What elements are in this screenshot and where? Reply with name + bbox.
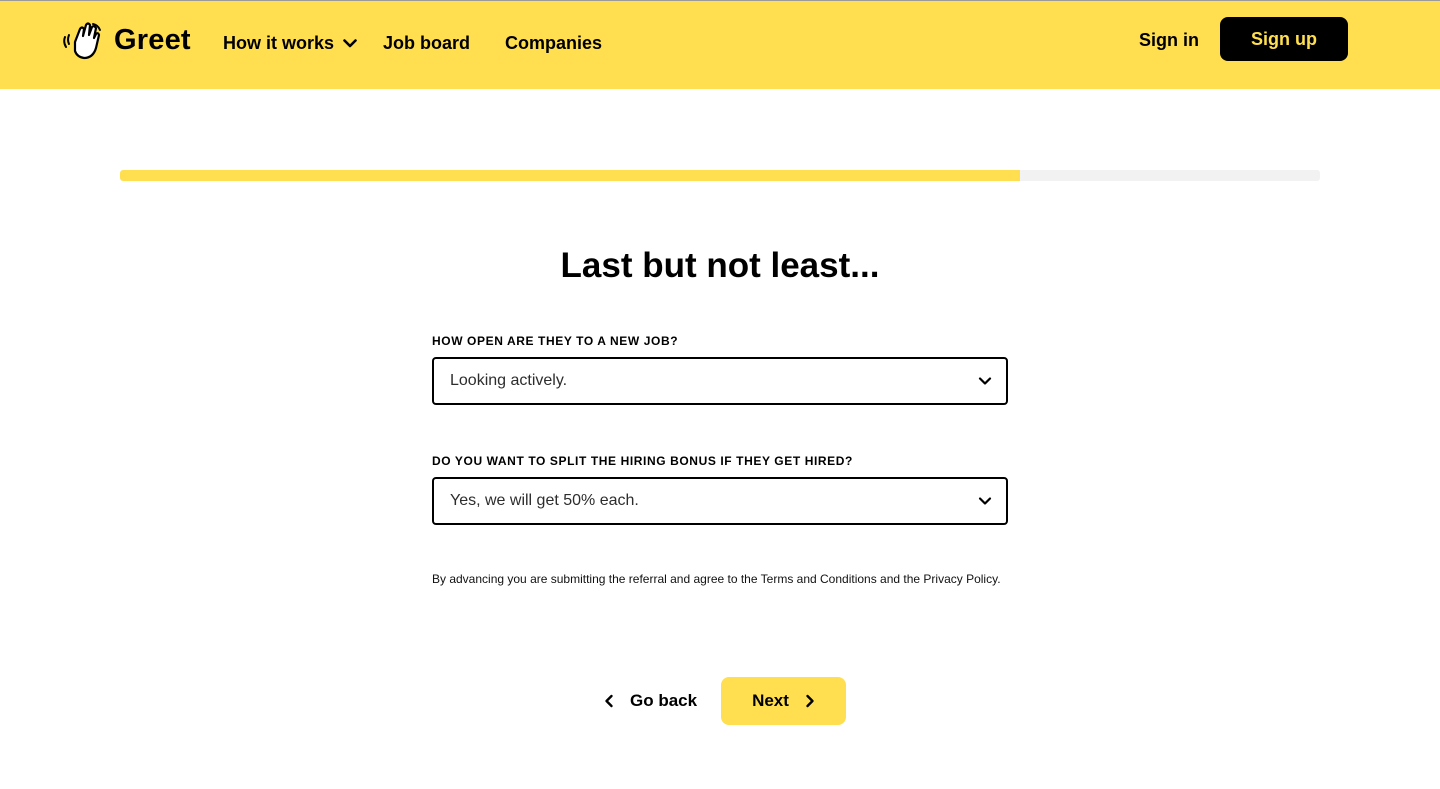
nav-companies[interactable]: Companies: [505, 33, 602, 53]
progress-bar: [120, 170, 1320, 181]
next-label: Next: [752, 691, 789, 710]
nav-job-board[interactable]: Job board: [383, 33, 470, 53]
top-navbar: Greet How it works Job board Companies S…: [0, 1, 1440, 89]
openness-label: HOW OPEN ARE THEY TO A NEW JOB?: [432, 334, 679, 348]
bonus-split-select[interactable]: Yes, we will get 50% each.: [432, 477, 1008, 525]
sign-up-button[interactable]: Sign up: [1220, 17, 1348, 61]
chevron-left-icon: [605, 694, 613, 708]
chevron-right-icon: [806, 694, 814, 708]
brand-logo[interactable]: Greet: [62, 20, 191, 60]
terms-disclaimer: By advancing you are submitting the refe…: [432, 572, 1001, 586]
next-button[interactable]: Next: [721, 677, 846, 725]
openness-select[interactable]: Looking actively.: [432, 357, 1008, 405]
waving-hand-icon: [63, 22, 101, 60]
chevron-down-icon: [343, 38, 357, 47]
go-back-label: Go back: [630, 691, 698, 710]
bonus-split-label: DO YOU WANT TO SPLIT THE HIRING BONUS IF…: [432, 454, 853, 468]
nav-how-it-works-label: How it works: [223, 33, 335, 53]
chevron-down-icon: [978, 497, 992, 505]
openness-select-value: Looking actively.: [450, 372, 568, 389]
progress-bar-fill: [120, 170, 1020, 181]
sign-in-link[interactable]: Sign in: [1139, 30, 1199, 50]
chevron-down-icon: [978, 377, 992, 385]
nav-how-it-works[interactable]: How it works: [223, 33, 357, 53]
brand-name: Greet: [114, 23, 191, 56]
page-title: Last but not least...: [560, 246, 880, 285]
go-back-button[interactable]: Go back: [604, 682, 697, 720]
bonus-split-select-value: Yes, we will get 50% each.: [450, 492, 639, 509]
